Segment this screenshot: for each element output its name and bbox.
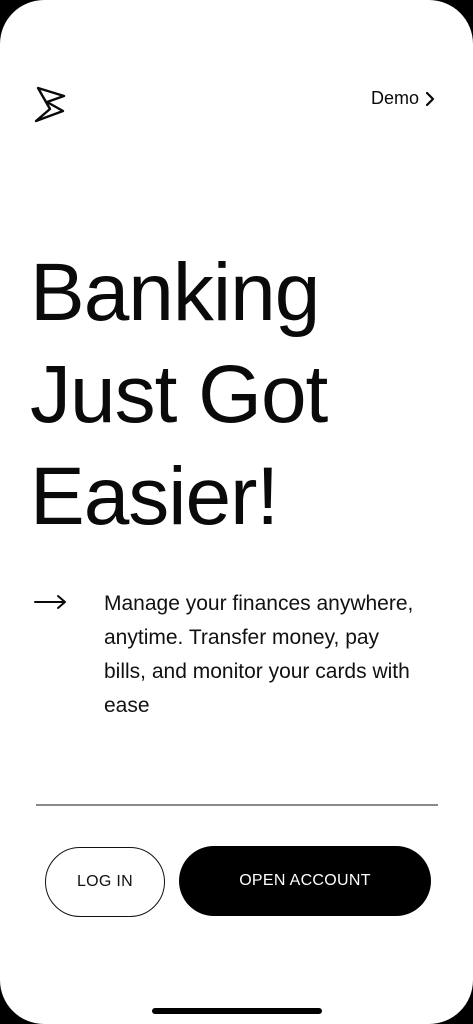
demo-link[interactable]: Demo — [371, 88, 435, 109]
arrow-right-icon — [34, 595, 66, 609]
divider — [36, 804, 438, 806]
headline-line-3: Easier! — [30, 451, 279, 542]
welcome-screen: Demo Banking Just Got Easier! Manage you… — [0, 0, 473, 1024]
bolt-s-logo-icon — [34, 86, 66, 123]
headline-line-1: Banking — [30, 247, 320, 338]
hero-headline: Banking Just Got Easier! — [30, 242, 328, 548]
open-account-button[interactable]: OPEN ACCOUNT — [179, 846, 431, 916]
demo-link-label: Demo — [370, 88, 419, 108]
home-indicator[interactable] — [152, 1008, 322, 1014]
chevron-right-icon — [425, 91, 435, 106]
hero-description: Manage your finances anywhere, anytime. … — [104, 592, 414, 717]
headline-line-2: Just Got — [30, 349, 328, 440]
login-button[interactable]: LOG IN — [45, 847, 165, 917]
